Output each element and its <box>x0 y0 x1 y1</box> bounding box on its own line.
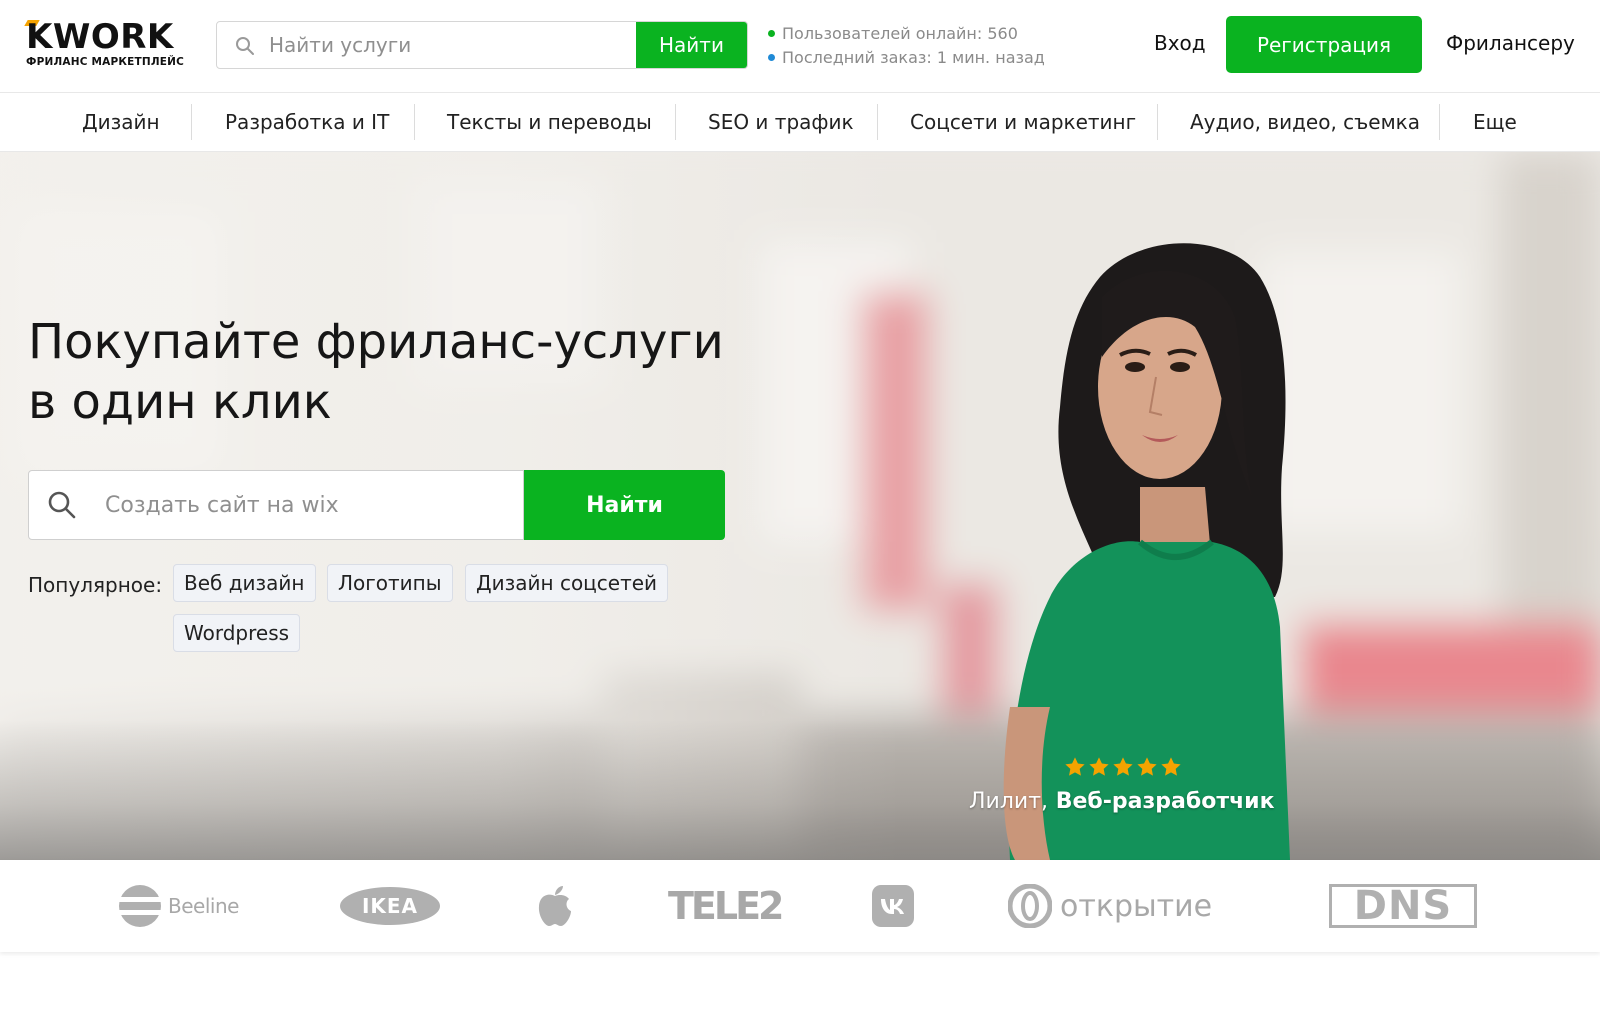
popular-tag-social-design[interactable]: Дизайн соцсетей <box>465 564 669 602</box>
popular-tag-logos[interactable]: Логотипы <box>327 564 453 602</box>
star-icon <box>1065 757 1085 776</box>
dns-logo: DNS <box>1329 860 1477 952</box>
star-icon <box>1161 757 1181 776</box>
category-media[interactable]: Аудио, видео, съемка <box>1190 93 1420 151</box>
beeline-icon <box>118 885 162 927</box>
star-icon <box>1089 757 1109 776</box>
tele2-logo: TELE2 <box>668 860 784 952</box>
category-more[interactable]: Еще <box>1473 93 1517 151</box>
category-seo[interactable]: SEO и трафик <box>708 93 854 151</box>
last-order-stat: Последний заказ: 1 мин. назад <box>768 46 1045 70</box>
hero-banner: Покупайте фриланс-услуги в один клик Най… <box>0 152 1600 860</box>
hero-search-input[interactable] <box>105 471 515 539</box>
header: KWORK ФРИЛАНС МАРКЕТПЛЕЙС Найти Пользова… <box>0 0 1600 92</box>
star-icon <box>1137 757 1157 776</box>
freelancer-name: Лилит, <box>969 789 1049 814</box>
hero-search-box <box>28 470 524 540</box>
freelancer-role: Веб-разработчик <box>1055 789 1275 814</box>
logo-wordmark: KWORK <box>26 17 174 57</box>
nav-divider <box>414 104 415 140</box>
logo-tagline: ФРИЛАНС МАРКЕТПЛЕЙС <box>26 56 185 68</box>
beeline-logo: Beeline <box>118 860 239 952</box>
header-search-input[interactable] <box>269 22 637 68</box>
register-button[interactable]: Регистрация <box>1226 16 1422 73</box>
hero-heading-line-2: в один клик <box>28 374 332 430</box>
header-search: Найти <box>216 21 748 69</box>
hero-heading: Покупайте фриланс-услуги в один клик <box>28 312 788 432</box>
category-texts[interactable]: Тексты и переводы <box>447 93 652 151</box>
kwork-logo[interactable]: KWORK ФРИЛАНС МАРКЕТПЛЕЙС <box>24 17 196 70</box>
star-icon <box>1113 757 1133 776</box>
ikea-logo: IKEA <box>340 860 440 952</box>
nav-divider <box>1439 104 1440 140</box>
apple-icon <box>538 886 571 926</box>
search-icon <box>48 491 76 519</box>
nav-divider <box>191 104 192 140</box>
green-dot-icon <box>768 30 775 37</box>
header-search-button[interactable]: Найти <box>636 22 747 68</box>
dns-text: DNS <box>1353 883 1453 929</box>
hero-search-button[interactable]: Найти <box>524 470 725 540</box>
online-users-stat: Пользователей онлайн: 560 <box>768 22 1045 46</box>
otkritie-icon <box>1008 884 1052 928</box>
otkritie-text: открытие <box>1060 888 1213 924</box>
vk-icon <box>872 885 914 927</box>
client-logos: Beeline IKEA TELE2 открытие DNS <box>0 860 1600 952</box>
category-design[interactable]: Дизайн <box>82 93 160 151</box>
popular-tag-wordpress[interactable]: Wordpress <box>173 614 301 652</box>
nav-divider <box>1157 104 1158 140</box>
category-development[interactable]: Разработка и IT <box>225 93 389 151</box>
hero-search: Найти <box>28 470 725 540</box>
freelancer-caption: Лилит, Веб-разработчик <box>969 788 1275 816</box>
apple-logo <box>536 860 574 952</box>
vk-logo <box>872 860 914 952</box>
freelancer-link[interactable]: Фрилансеру <box>1446 31 1575 55</box>
popular-label: Популярное: <box>28 573 163 597</box>
tele2-text: TELE2 <box>668 884 784 928</box>
beeline-text: Beeline <box>168 894 239 918</box>
nav-divider <box>877 104 878 140</box>
ikea-text: IKEA <box>361 894 419 918</box>
freelancer-rating <box>1064 756 1184 780</box>
online-users-text: Пользователей онлайн: 560 <box>782 24 1018 43</box>
blue-dot-icon <box>768 54 775 61</box>
nav-divider <box>675 104 676 140</box>
search-icon <box>236 37 254 55</box>
site-stats: Пользователей онлайн: 560 Последний зака… <box>768 22 1045 70</box>
login-link[interactable]: Вход <box>1154 31 1206 55</box>
otkritie-logo: открытие <box>1008 860 1212 952</box>
hero-bottom-shadow <box>0 720 1600 860</box>
category-nav: Дизайн Разработка и IT Тексты и переводы… <box>0 92 1600 152</box>
last-order-text: Последний заказ: 1 мин. назад <box>782 48 1045 67</box>
hero-heading-line-1: Покупайте фриланс-услуги <box>28 314 724 370</box>
popular-tag-web-design[interactable]: Веб дизайн <box>173 564 316 602</box>
category-social[interactable]: Соцсети и маркетинг <box>910 93 1136 151</box>
